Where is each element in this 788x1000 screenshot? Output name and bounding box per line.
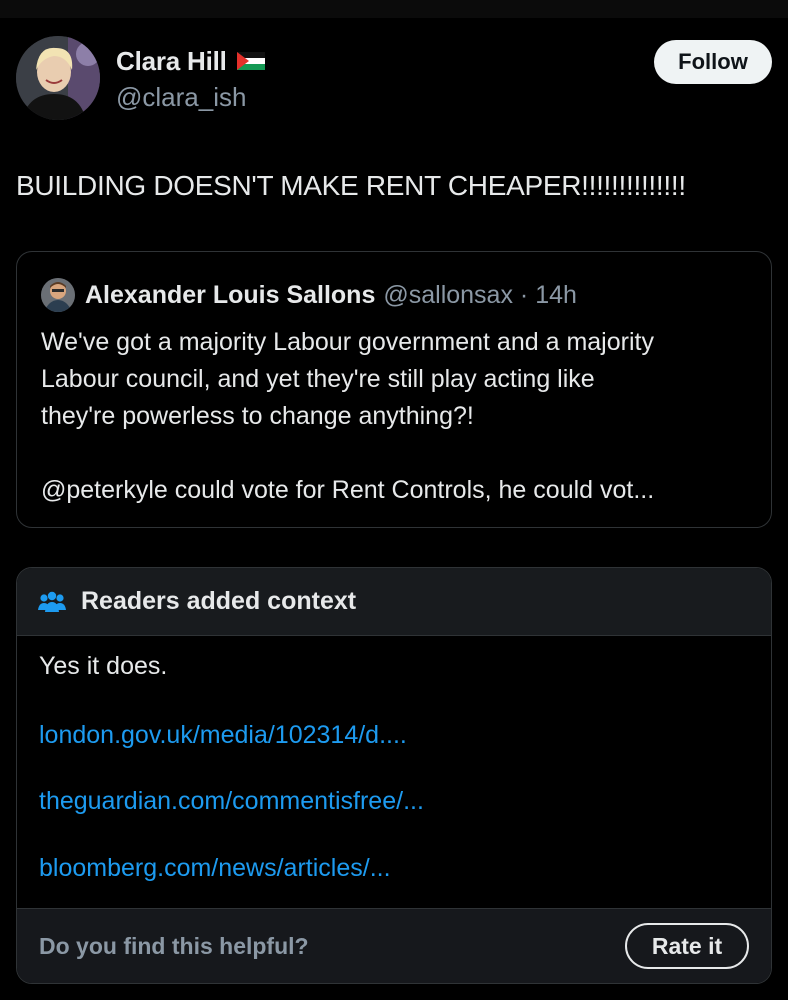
- quoted-post-line: Labour council, and yet they're still pl…: [41, 365, 595, 393]
- rate-it-button[interactable]: Rate it: [625, 923, 749, 969]
- quoted-post-line: they're powerless to change anything?!: [41, 402, 474, 430]
- people-icon: [37, 590, 67, 614]
- community-note-header: Readers added context: [17, 568, 771, 636]
- source-link-bloomberg[interactable]: bloomberg.com/news/articles/...: [39, 854, 391, 883]
- quoted-author-name: Alexander Louis Sallons: [85, 280, 376, 309]
- quoted-separator: ·: [512, 280, 536, 309]
- author-display-name[interactable]: Clara Hill: [116, 46, 227, 77]
- palestine-flag-icon: [236, 52, 265, 70]
- post-header: Clara Hill @clara_ish Follow: [16, 36, 772, 120]
- community-note-body: Yes it does.: [39, 652, 168, 680]
- author-avatar[interactable]: [16, 36, 100, 120]
- source-link-london-gov[interactable]: london.gov.uk/media/102314/d....: [39, 721, 407, 750]
- quoted-post-truncated-line: @peterkyle could vote for Rent Controls,…: [41, 476, 655, 504]
- quoted-author-handle: @sallonsax: [383, 280, 513, 309]
- author-handle[interactable]: @clara_ish: [116, 82, 246, 113]
- source-link-guardian[interactable]: theguardian.com/commentisfree/...: [39, 787, 424, 816]
- top-bar: [0, 0, 788, 18]
- quoted-post-header: Alexander Louis Sallons @sallonsax · 14h: [41, 278, 577, 312]
- name-row: Clara Hill: [116, 44, 265, 78]
- follow-button[interactable]: Follow: [654, 40, 772, 84]
- quoted-post-card[interactable]: Alexander Louis Sallons @sallonsax · 14h…: [16, 251, 772, 528]
- community-note-footer: Do you find this helpful? Rate it: [17, 908, 771, 983]
- helpful-prompt: Do you find this helpful?: [39, 933, 309, 959]
- quoted-author-avatar: [41, 278, 75, 312]
- quoted-post-line: We've got a majority Labour government a…: [41, 328, 654, 356]
- quoted-post-time: 14h: [535, 280, 577, 309]
- community-note-title: Readers added context: [81, 587, 357, 615]
- community-note-card: Readers added context Yes it does. londo…: [16, 567, 772, 984]
- quoted-post-body: We've got a majority Labour government a…: [41, 324, 761, 509]
- post-text: BUILDING DOESN'T MAKE RENT CHEAPER!!!!!!…: [16, 170, 686, 201]
